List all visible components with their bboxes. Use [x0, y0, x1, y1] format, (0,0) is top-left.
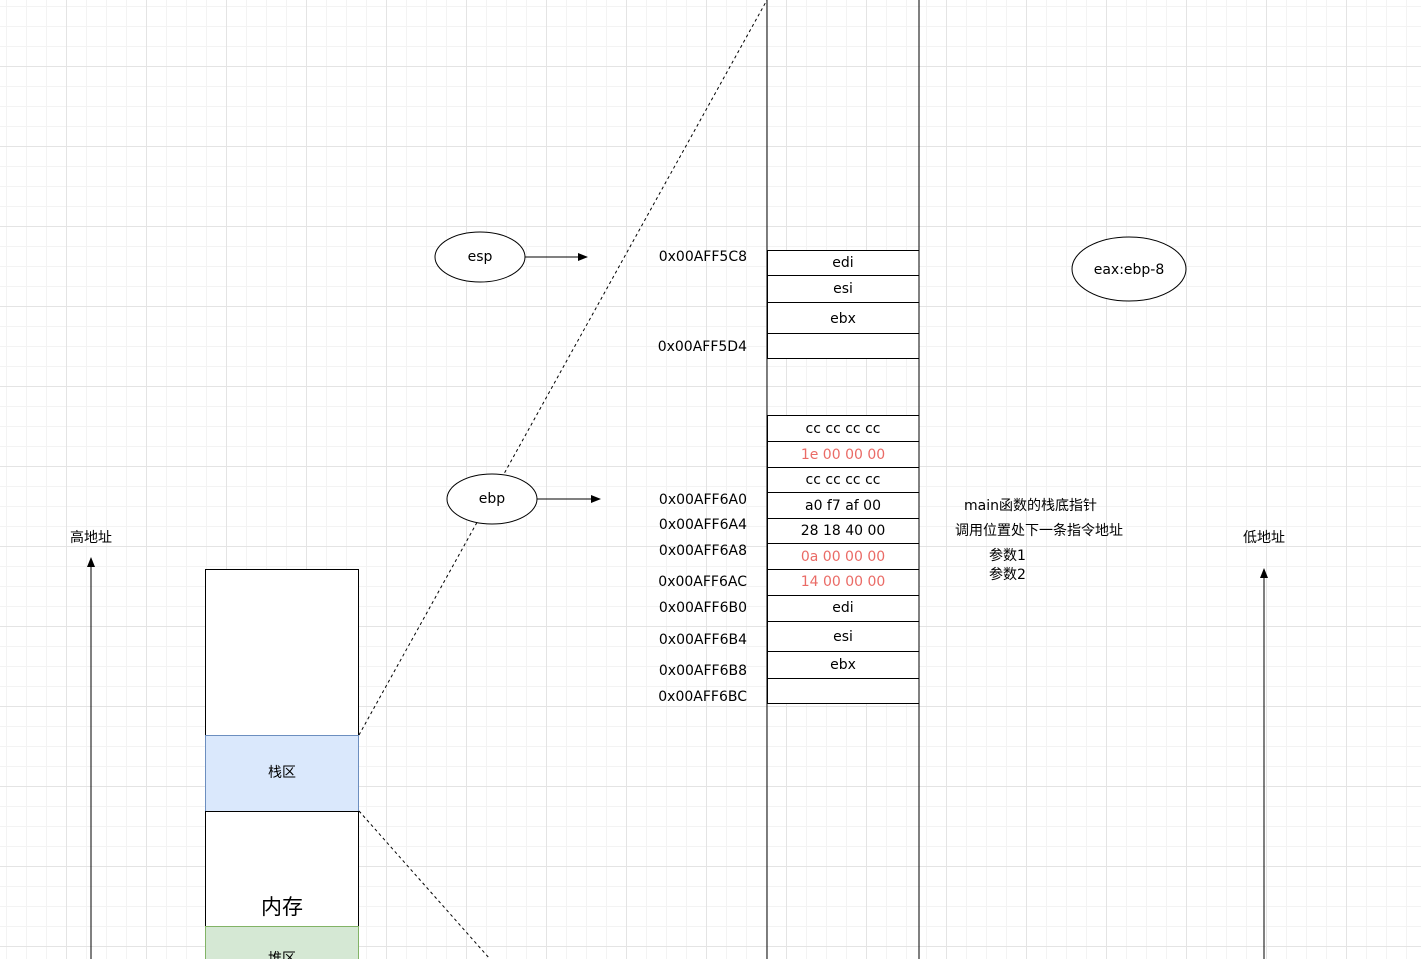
stack-address-label: 0x00AFF6A8 [659, 543, 747, 559]
esp-register-label: esp [468, 249, 493, 265]
stack-address-label: 0x00AFF6BC [658, 689, 747, 705]
stack-cell-value: 0a 00 00 00 [801, 549, 885, 565]
memory-title: 内存 [261, 895, 303, 919]
stack-cell-value: cc cc cc cc [806, 472, 881, 488]
stack-cell-value: 1e 00 00 00 [801, 447, 885, 463]
stack-cell-value: cc cc cc cc [806, 421, 881, 437]
stack-cell-value: edi [832, 600, 853, 616]
stack-cell [767, 678, 920, 704]
stack-cell-value: a0 f7 af 00 [805, 498, 881, 514]
param1-note: 参数1 [989, 547, 1026, 564]
stack-address-label: 0x00AFF6B8 [659, 663, 747, 679]
zoom-line-bottom [358, 810, 491, 959]
stack-addresses: 0x00AFF5C8 0x00AFF5D4 0x00AFF6A0 0x00AFF6A4… [658, 249, 748, 705]
stack-address-label: 0x00AFF6AC [658, 574, 747, 590]
stack-frame-diagram: 高地址 低地址 栈区 内存 堆区 edi esi ebx cc cc cc cc 1e … [70, 0, 1285, 959]
stack-cell-value: 14 00 00 00 [801, 574, 886, 590]
memory-block-upper [205, 569, 359, 736]
stack-cell [767, 333, 920, 359]
low-address-label: 低地址 [1243, 530, 1285, 546]
stack-cell-value: esi [833, 281, 853, 297]
stack-cell-value: ebx [830, 311, 856, 327]
zoom-line-top [358, 0, 768, 736]
ebp-register-label: ebp [479, 491, 506, 507]
high-address-label: 高地址 [70, 529, 112, 546]
stack-cell-value: ebx [830, 657, 856, 673]
return-address-note: 调用位置处下一条指令地址 [955, 522, 1123, 539]
stack-cells: edi esi ebx cc cc cc cc 1e 00 00 00 cc cc cc … [767, 250, 920, 704]
eax-note-label: eax:ebp-8 [1094, 262, 1165, 278]
stack-address-label: 0x00AFF6A0 [659, 492, 747, 508]
stack-address-label: 0x00AFF6B4 [659, 632, 747, 648]
main-ebp-note: main函数的栈底指针 [964, 498, 1097, 514]
stack-cell-value: 28 18 40 00 [801, 523, 886, 539]
stack-region-label: 栈区 [268, 765, 296, 781]
stack-address-label: 0x00AFF5C8 [659, 249, 747, 265]
param2-note: 参数2 [989, 566, 1026, 583]
stack-address-label: 0x00AFF6A4 [659, 517, 747, 533]
stack-address-label: 0x00AFF6B0 [659, 600, 747, 616]
heap-region-label: 堆区 [268, 951, 296, 959]
stack-cell-value: esi [833, 629, 853, 645]
stack-address-label: 0x00AFF5D4 [658, 339, 747, 355]
stack-cell-value: edi [832, 255, 853, 271]
